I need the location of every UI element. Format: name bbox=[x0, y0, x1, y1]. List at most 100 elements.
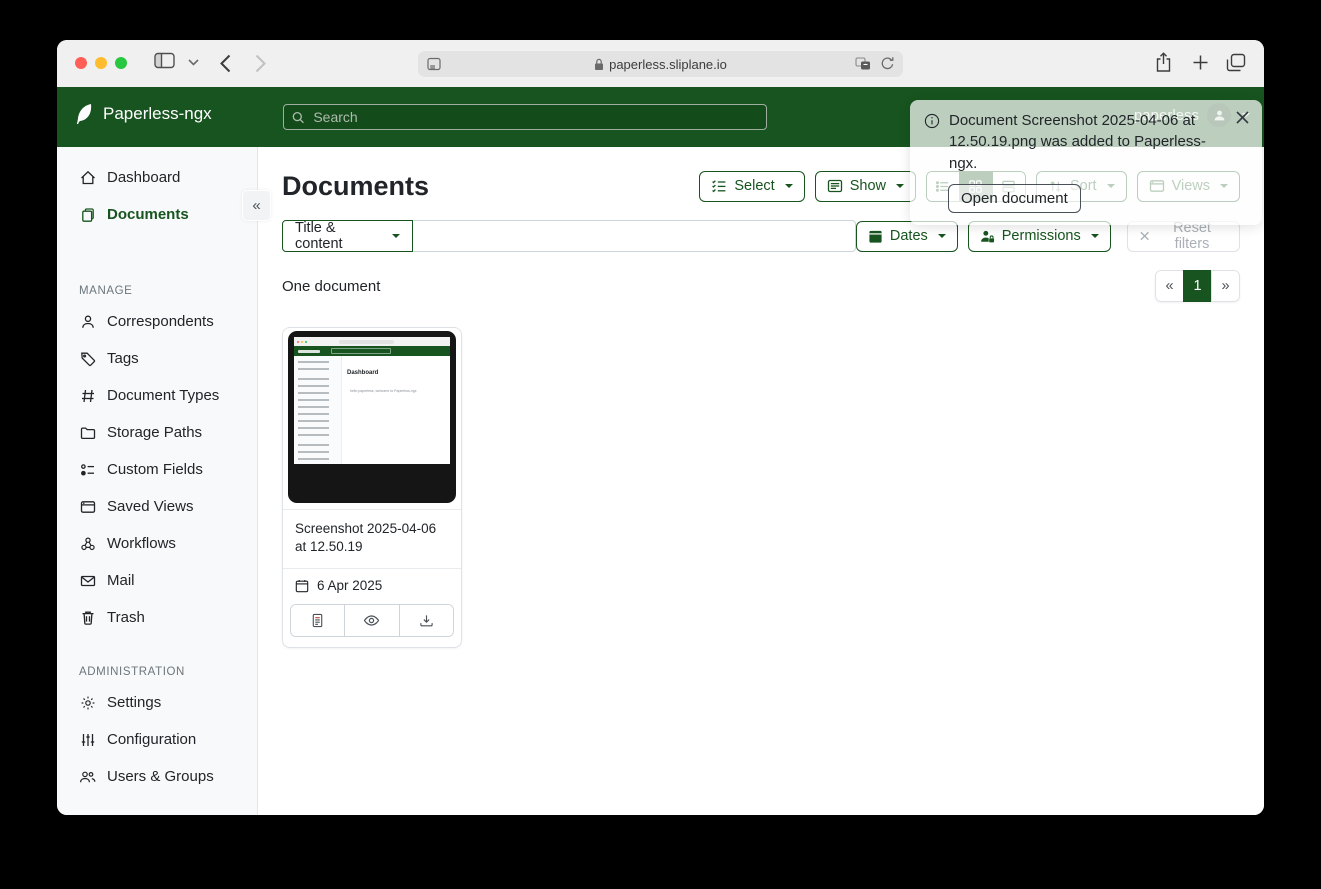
tab-overview-icon[interactable] bbox=[1226, 53, 1246, 72]
global-search[interactable] bbox=[283, 104, 767, 130]
pagination: « 1 » bbox=[1155, 270, 1240, 302]
sidebar-item-custom-fields[interactable]: Custom Fields bbox=[57, 451, 257, 488]
sidebar-toggle-icon[interactable] bbox=[154, 52, 175, 69]
paperless-leaf-logo-icon bbox=[72, 102, 94, 125]
open-document-button[interactable]: Open document bbox=[948, 184, 1081, 213]
sidebar-item-label: Correspondents bbox=[107, 313, 214, 330]
mini-dashboard-subtext: hello paperless, welcome to Paperless-ng… bbox=[350, 389, 417, 393]
url-text: paperless.sliplane.io bbox=[609, 57, 727, 72]
sidebar-item-saved-views[interactable]: Saved Views bbox=[57, 488, 257, 525]
calendar-icon bbox=[295, 579, 309, 593]
sidebar-item-label: Document Types bbox=[107, 387, 219, 404]
sidebar-heading-administration: ADMINISTRATION bbox=[79, 666, 257, 678]
sidebar-item-label: Custom Fields bbox=[107, 461, 203, 478]
sidebar-item-label: Tags bbox=[107, 350, 139, 367]
caret-icon bbox=[938, 234, 946, 238]
forward-button[interactable] bbox=[255, 54, 266, 73]
sidebar-item-label: Workflows bbox=[107, 535, 176, 552]
calendar-filled-icon bbox=[868, 229, 883, 244]
sidebar-item-storage-paths[interactable]: Storage Paths bbox=[57, 414, 257, 451]
sidebar-item-tags[interactable]: Tags bbox=[57, 340, 257, 377]
document-date: 6 Apr 2025 bbox=[317, 578, 382, 593]
share-icon[interactable] bbox=[1155, 52, 1172, 73]
sidebar-item-settings[interactable]: Settings bbox=[57, 684, 257, 721]
document-count: One document bbox=[282, 278, 380, 295]
search-icon bbox=[292, 111, 304, 124]
sidebar-item-label: Trash bbox=[107, 609, 145, 626]
filter-text-input[interactable] bbox=[413, 220, 856, 252]
sidebar-item-trash[interactable]: Trash bbox=[57, 599, 257, 636]
download-button[interactable] bbox=[399, 605, 453, 636]
select-dropdown-button[interactable]: Select bbox=[699, 171, 804, 202]
chevron-down-icon[interactable] bbox=[188, 59, 199, 66]
folder-icon bbox=[79, 425, 96, 441]
translate-icon[interactable] bbox=[855, 57, 871, 71]
sidebar-heading-manage: MANAGE bbox=[79, 285, 257, 297]
person-icon bbox=[79, 314, 96, 330]
preview-button[interactable] bbox=[344, 605, 398, 636]
filter-field-dropdown[interactable]: Title & content bbox=[282, 220, 413, 252]
toast-message: Document Screenshot 2025-04-06 at 12.50.… bbox=[949, 110, 1248, 174]
dates-label: Dates bbox=[890, 228, 928, 244]
sidebar-item-correspondents[interactable]: Correspondents bbox=[57, 303, 257, 340]
new-tab-icon[interactable] bbox=[1192, 54, 1209, 71]
sidebar-item-users-groups[interactable]: Users & Groups bbox=[57, 758, 257, 795]
dates-dropdown-button[interactable]: Dates bbox=[856, 221, 958, 252]
search-input[interactable] bbox=[311, 108, 758, 126]
mini-navbar bbox=[294, 346, 450, 356]
home-icon bbox=[79, 170, 96, 186]
sidebar-item-dashboard[interactable]: Dashboard bbox=[57, 159, 257, 196]
toast-close-icon[interactable] bbox=[1234, 109, 1251, 126]
mini-traffic-light bbox=[305, 341, 307, 343]
person-lock-icon bbox=[980, 229, 995, 244]
sidebar-item-label: Users & Groups bbox=[107, 768, 214, 785]
card-text-icon bbox=[827, 178, 843, 194]
people-icon bbox=[79, 769, 96, 785]
minimize-window-button[interactable] bbox=[95, 57, 107, 69]
sidebar-collapse-button[interactable]: « bbox=[242, 190, 271, 221]
sidebar-item-documents[interactable]: Documents bbox=[57, 196, 257, 233]
mini-dashboard-heading: Dashboard bbox=[347, 370, 378, 376]
envelope-icon bbox=[79, 573, 96, 589]
caret-icon bbox=[1091, 234, 1099, 238]
pagination-prev-button[interactable]: « bbox=[1155, 270, 1183, 302]
eye-icon bbox=[363, 613, 380, 628]
sidebar-item-configuration[interactable]: Configuration bbox=[57, 721, 257, 758]
sliders-icon bbox=[79, 732, 96, 748]
back-button[interactable] bbox=[220, 54, 231, 73]
reload-icon[interactable] bbox=[880, 56, 895, 71]
sidebar-item-mail[interactable]: Mail bbox=[57, 562, 257, 599]
show-label: Show bbox=[850, 178, 886, 194]
sidebar-item-label: Mail bbox=[107, 572, 135, 589]
sidebar-item-workflows[interactable]: Workflows bbox=[57, 525, 257, 562]
permissions-dropdown-button[interactable]: Permissions bbox=[968, 221, 1111, 252]
close-window-button[interactable] bbox=[75, 57, 87, 69]
sidebar-item-document-types[interactable]: Document Types bbox=[57, 377, 257, 414]
pagination-next-button[interactable]: » bbox=[1211, 270, 1240, 302]
sidebar-item-label: Saved Views bbox=[107, 498, 193, 515]
page-title: Documents bbox=[282, 171, 429, 202]
app-brand-label: Paperless-ngx bbox=[103, 104, 212, 124]
mini-url-bar bbox=[339, 340, 394, 344]
window-icon bbox=[79, 499, 96, 515]
document-title-link[interactable]: Screenshot 2025-04-06 at 12.50.19 bbox=[283, 510, 461, 568]
mini-sidebar bbox=[294, 356, 342, 464]
documents-icon bbox=[79, 207, 96, 223]
pagination-page-1[interactable]: 1 bbox=[1183, 270, 1211, 302]
toast-notification: Document Screenshot 2025-04-06 at 12.50.… bbox=[910, 100, 1262, 225]
mini-traffic-light bbox=[297, 341, 299, 343]
reset-filters-button[interactable]: Reset filters bbox=[1127, 221, 1240, 252]
address-bar[interactable]: paperless.sliplane.io bbox=[418, 51, 903, 77]
show-dropdown-button[interactable]: Show bbox=[815, 171, 916, 202]
edit-metadata-button[interactable] bbox=[291, 605, 344, 636]
workflow-nodes-icon bbox=[79, 536, 96, 552]
download-icon bbox=[419, 613, 434, 628]
sidebar-item-label: Documents bbox=[107, 206, 189, 223]
x-icon bbox=[1139, 230, 1150, 242]
app-brand[interactable]: Paperless-ngx bbox=[72, 102, 212, 125]
page-icon[interactable] bbox=[427, 57, 441, 71]
zoom-window-button[interactable] bbox=[115, 57, 127, 69]
document-thumbnail[interactable]: Dashboard hello paperless, welcome to Pa… bbox=[283, 328, 461, 510]
filter-field-label: Title & content bbox=[295, 220, 381, 252]
sidebar-item-label: Settings bbox=[107, 694, 161, 711]
